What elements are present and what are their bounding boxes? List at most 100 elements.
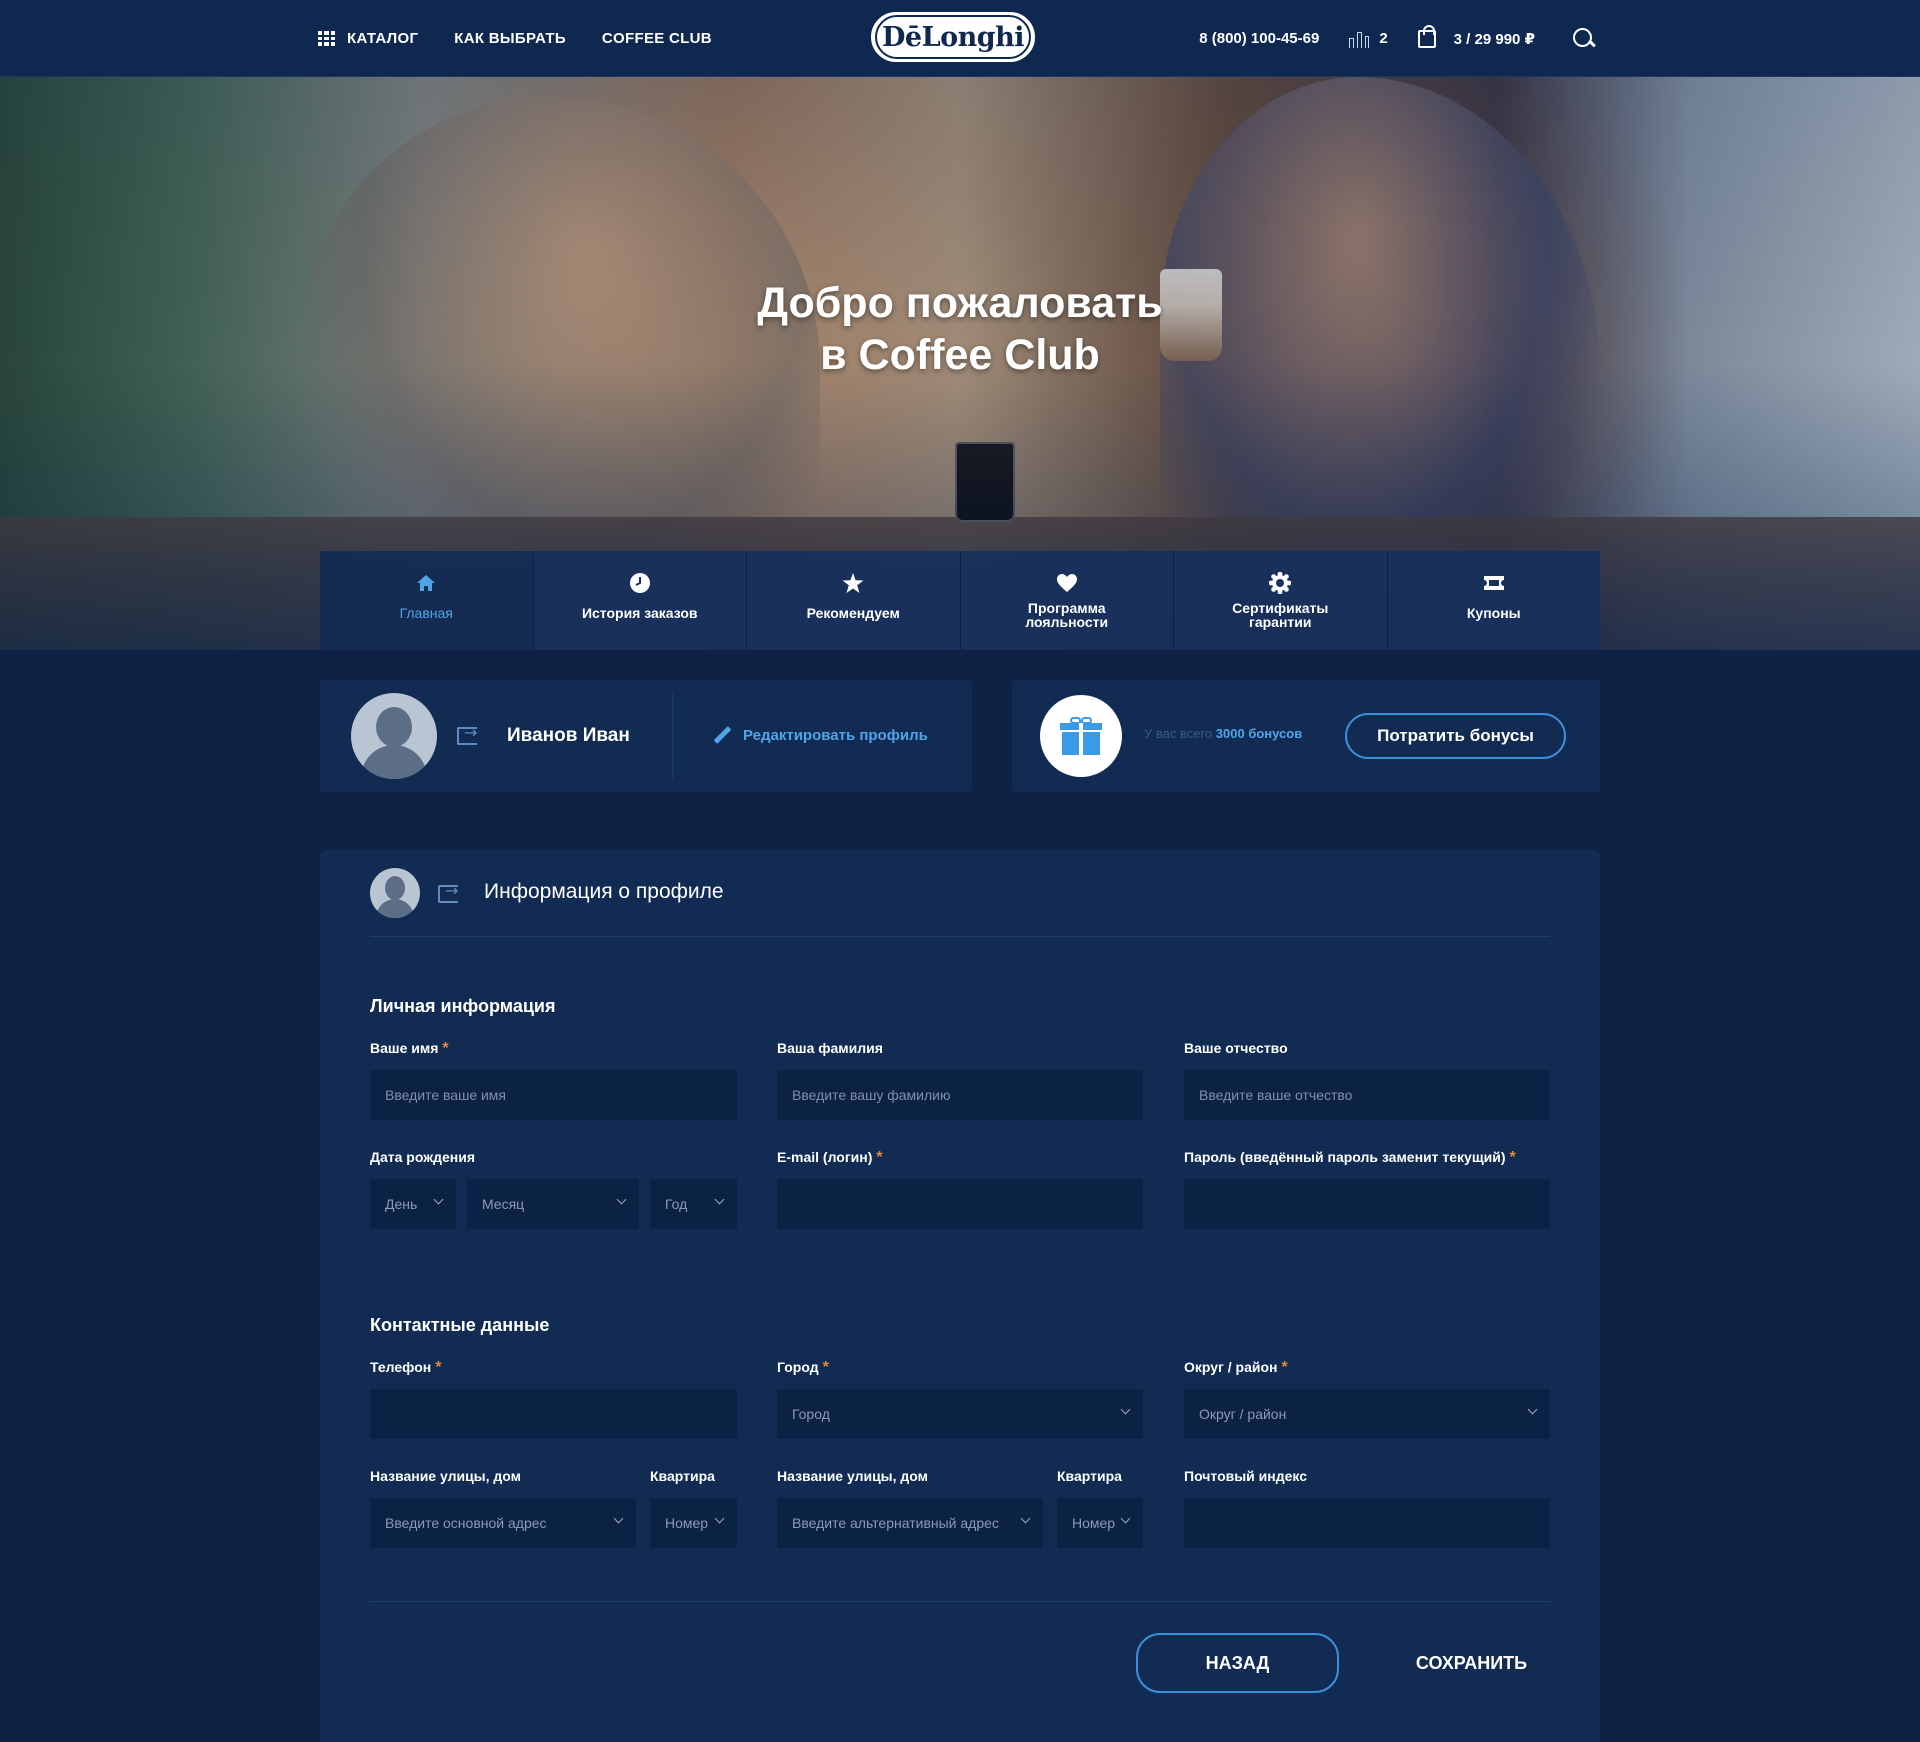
city-select-value: Город xyxy=(792,1406,830,1422)
tab-warranty-certificates[interactable]: Сертификаты гарантии xyxy=(1174,551,1388,650)
tab-recommended[interactable]: Рекомендуем xyxy=(747,551,961,650)
bonus-balance: У вас всего 3000 бонусов xyxy=(1144,726,1302,741)
compare-count: 2 xyxy=(1379,30,1388,47)
logo-text: DēLonghi xyxy=(875,15,1031,59)
street-primary-select[interactable]: Введите основной адрес xyxy=(370,1498,636,1548)
delonghi-logo[interactable]: DēLonghi xyxy=(868,9,1038,65)
phone-field[interactable] xyxy=(370,1389,737,1439)
cart-summary: 3 / 29 990 ₽ xyxy=(1453,30,1535,48)
edit-profile-label: Редактировать профиль xyxy=(743,726,928,744)
tab-home-label: Главная xyxy=(399,605,453,621)
chevron-down-icon xyxy=(714,1513,725,1524)
search-icon[interactable] xyxy=(1573,27,1595,50)
birth-date-label: Дата рождения xyxy=(370,1149,476,1165)
nav-how-to-choose[interactable]: КАК ВЫБРАТЬ xyxy=(454,30,566,47)
birth-month-value: Месяц xyxy=(482,1196,525,1212)
city-label: Город * xyxy=(777,1359,829,1376)
password-label: Пароль (введённый пароль заменит текущий… xyxy=(1184,1149,1516,1166)
cart-button[interactable]: 3 / 29 990 ₽ xyxy=(1417,24,1535,48)
tab-home[interactable]: Главная xyxy=(320,551,534,650)
birth-year-select[interactable]: Год xyxy=(650,1179,737,1229)
hero-title-line-1: Добро пожаловать xyxy=(757,279,1163,327)
user-card: Иванов Иван Редактировать профиль xyxy=(320,680,972,792)
middle-name-field[interactable] xyxy=(1184,1070,1550,1120)
tab-loyalty-program-label: Программа лояльности xyxy=(1025,601,1108,629)
last-name-field[interactable] xyxy=(777,1070,1143,1120)
tab-coupons[interactable]: Купоны xyxy=(1387,551,1600,650)
password-field[interactable] xyxy=(1184,1179,1550,1229)
birth-month-select[interactable]: Месяц xyxy=(467,1179,639,1229)
clock-icon xyxy=(629,571,651,595)
postal-code-input[interactable] xyxy=(1199,1498,1550,1548)
grid-icon xyxy=(318,31,335,46)
district-label: Округ / район * xyxy=(1184,1359,1288,1376)
personal-info-title: Личная информация xyxy=(370,996,556,1016)
avatar[interactable] xyxy=(351,693,437,779)
postal-code-label: Почтовый индекс xyxy=(1184,1468,1308,1484)
spend-bonuses-button[interactable]: Потратить бонусы xyxy=(1345,713,1566,759)
middle-name-label: Ваше отчество xyxy=(1184,1040,1288,1056)
main-nav: КАТАЛОГ КАК ВЫБРАТЬ COFFEE CLUB xyxy=(318,0,712,77)
tab-loyalty-program[interactable]: Программа лояльности xyxy=(960,551,1174,650)
apartment-primary-value: Номер xyxy=(665,1515,709,1531)
user-name: Иванов Иван xyxy=(507,725,630,746)
save-button[interactable]: СОХРАНИТЬ xyxy=(1365,1633,1578,1693)
nav-coffee-club[interactable]: COFFEE CLUB xyxy=(602,30,712,47)
nav-how-to-choose-label: КАК ВЫБРАТЬ xyxy=(454,30,566,47)
middle-name-input[interactable] xyxy=(1199,1070,1550,1120)
bonus-card: У вас всего 3000 бонусов Потратить бонус… xyxy=(1012,680,1600,792)
tab-warranty-label: Сертификаты гарантии xyxy=(1232,601,1328,629)
first-name-label: Ваше имя * xyxy=(370,1040,449,1057)
birth-day-value: День xyxy=(385,1196,418,1212)
city-select[interactable]: Город xyxy=(777,1389,1143,1439)
panel-title: Информация о профиле xyxy=(484,880,724,903)
divider xyxy=(370,1601,1550,1602)
profile-form-panel: Информация о профиле Личная информация В… xyxy=(320,850,1600,1742)
badge-icon xyxy=(1269,571,1292,595)
phone-link[interactable]: 8 (800) 100-45-69 xyxy=(1199,30,1319,47)
phone-number: 8 (800) 100-45-69 xyxy=(1199,30,1320,47)
apartment-primary-label: Квартира xyxy=(650,1468,715,1484)
apartment-alt-select[interactable]: Номер xyxy=(1057,1498,1143,1548)
divider xyxy=(672,692,673,780)
avatar-small xyxy=(370,868,420,918)
tab-coupons-label: Купоны xyxy=(1466,605,1521,621)
street-alt-value: Введите альтернативный адрес xyxy=(792,1515,999,1531)
account-tabs: Главная История заказов Рекомендуем Прог… xyxy=(320,551,1600,650)
birth-day-select[interactable]: День xyxy=(370,1179,456,1229)
tab-recommended-label: Рекомендуем xyxy=(806,605,900,621)
tab-warranty-line-1: Сертификаты xyxy=(1232,600,1329,616)
first-name-field[interactable] xyxy=(370,1070,737,1120)
last-name-input[interactable] xyxy=(792,1070,1143,1120)
first-name-input[interactable] xyxy=(385,1070,737,1120)
nav-catalog-label: КАТАЛОГ xyxy=(347,30,419,47)
postal-code-field[interactable] xyxy=(1184,1498,1550,1548)
compare-button[interactable]: 2 xyxy=(1349,30,1388,48)
phone-input[interactable] xyxy=(385,1389,737,1439)
district-select[interactable]: Округ / район xyxy=(1184,1389,1550,1439)
chevron-down-icon xyxy=(1527,1404,1538,1415)
apartment-primary-select[interactable]: Номер xyxy=(650,1498,737,1548)
password-input[interactable] xyxy=(1199,1179,1550,1229)
chevron-down-icon xyxy=(433,1194,444,1205)
street-primary-value: Введите основной адрес xyxy=(385,1515,547,1531)
tab-loyalty-line-2: лояльности xyxy=(1025,614,1109,630)
email-field[interactable] xyxy=(777,1179,1143,1229)
logout-icon[interactable] xyxy=(438,881,458,903)
street-alt-select[interactable]: Введите альтернативный адрес xyxy=(777,1498,1043,1548)
top-navigation-bar: КАТАЛОГ КАК ВЫБРАТЬ COFFEE CLUB DēLonghi… xyxy=(0,0,1920,77)
tab-order-history[interactable]: История заказов xyxy=(533,551,747,650)
back-button[interactable]: НАЗАД xyxy=(1136,1633,1339,1693)
chevron-down-icon xyxy=(1120,1404,1131,1415)
divider xyxy=(370,936,1550,937)
bonus-amount: 3000 бонусов xyxy=(1215,726,1303,741)
logout-icon[interactable] xyxy=(457,723,477,745)
tab-warranty-line-2: гарантии xyxy=(1249,614,1312,630)
email-input[interactable] xyxy=(792,1179,1143,1229)
gift-icon xyxy=(1060,717,1102,755)
nav-catalog[interactable]: КАТАЛОГ xyxy=(318,30,418,47)
tab-order-history-label: История заказов xyxy=(581,605,698,621)
star-icon xyxy=(842,571,864,595)
ticket-icon xyxy=(1482,571,1506,595)
edit-profile-link[interactable]: Редактировать профиль xyxy=(713,726,928,744)
